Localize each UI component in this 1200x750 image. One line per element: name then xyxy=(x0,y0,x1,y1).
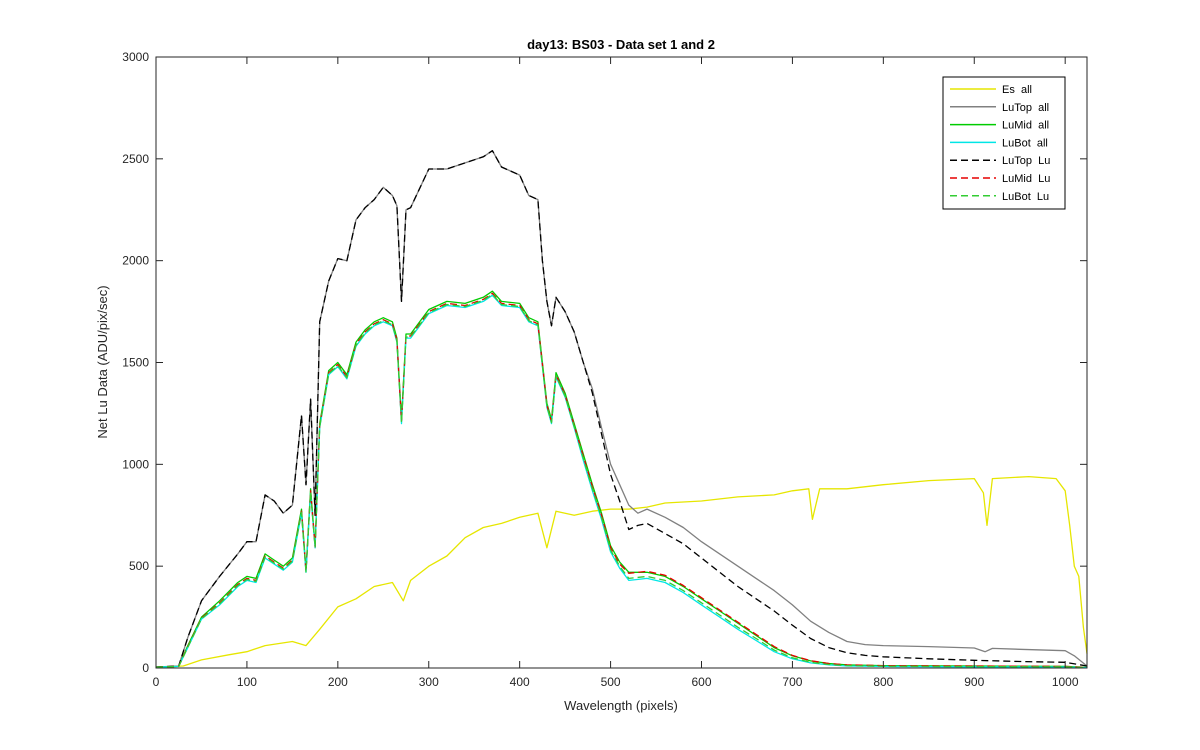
x-tick-label: 800 xyxy=(873,675,893,689)
y-axis-label: Net Lu Data (ADU/pix/sec) xyxy=(95,285,110,438)
legend-label: LuTop all xyxy=(1002,102,1049,114)
y-tick-label: 1500 xyxy=(122,356,149,370)
y-tick-label: 1000 xyxy=(122,457,149,471)
x-tick-label: 200 xyxy=(328,675,348,689)
chart-canvas: day13: BS03 - Data set 1 and 2 0 100 200 30… xyxy=(0,0,1200,750)
legend-label: LuMid all xyxy=(1002,120,1049,132)
x-tick-label: 400 xyxy=(510,675,530,689)
legend-label: Es all xyxy=(1002,84,1032,96)
legend: Es all LuTop all LuMid all LuBot all LuTop L… xyxy=(942,76,1066,210)
y-tick-label: 2500 xyxy=(122,152,149,166)
y-tick-label: 500 xyxy=(129,559,149,573)
legend-label: LuMid Lu xyxy=(1002,173,1050,185)
x-tick-label: 0 xyxy=(153,675,160,689)
legend-label: LuBot all xyxy=(1002,137,1048,149)
x-tick-label: 100 xyxy=(237,675,257,689)
y-tick-label: 2000 xyxy=(122,254,149,268)
x-tick-label: 500 xyxy=(601,675,621,689)
x-tick-label: 700 xyxy=(782,675,802,689)
x-axis-label: Wavelength (pixels) xyxy=(564,698,678,713)
y-tick-label: 0 xyxy=(142,661,149,675)
y-tick-label: 3000 xyxy=(122,50,149,64)
x-tick-label: 900 xyxy=(964,675,984,689)
chart-title: day13: BS03 - Data set 1 and 2 xyxy=(527,37,715,52)
legend-label: LuBot Lu xyxy=(1002,191,1049,203)
x-tick-label: 300 xyxy=(419,675,439,689)
legend-label: LuTop Lu xyxy=(1002,155,1050,167)
x-tick-label: 1000 xyxy=(1052,675,1079,689)
x-tick-label: 600 xyxy=(691,675,711,689)
